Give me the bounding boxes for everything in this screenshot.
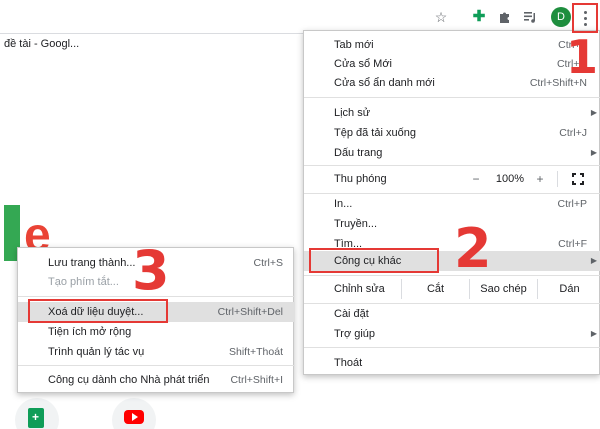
- paste-button[interactable]: Dán: [537, 279, 600, 299]
- menu-item-label: Trợ giúp: [334, 328, 376, 340]
- zoom-out-button[interactable]: −: [468, 169, 484, 189]
- shortcut-text: Ctrl+Shift+I: [230, 374, 283, 386]
- sheets-icon: [28, 408, 44, 428]
- avatar[interactable]: D: [551, 7, 571, 27]
- annotation-number-1: 1: [566, 30, 599, 84]
- menu-item-label: Cửa sổ ẩn danh mới: [334, 77, 435, 89]
- menu-item-incognito[interactable]: Cửa sổ ẩn danh mới Ctrl+Shift+N: [304, 73, 600, 93]
- menu-item-new-tab[interactable]: Tab mới Ctrl+T: [304, 35, 600, 55]
- submenu-arrow-icon: ▶: [590, 256, 597, 265]
- shortcut-youtube[interactable]: [112, 398, 156, 429]
- submenu-arrow-icon: ▶: [590, 108, 597, 117]
- annotation-number-3: 3: [132, 239, 170, 302]
- menu-item-label: Truyền...: [334, 218, 377, 230]
- annotation-box-kebab: [572, 3, 598, 33]
- chrome-main-menu: Tab mới Ctrl+T Cửa sổ Mới Ctrl+N Cửa sổ ẩn…: [303, 30, 600, 375]
- menu-item-label: Lịch sử: [334, 107, 371, 119]
- menu-item-label: Công cụ dành cho Nhà phát triển: [48, 374, 210, 386]
- submenu-arrow-icon: ▶: [590, 148, 597, 157]
- menu-item-label: Tệp đã tải xuống: [334, 127, 416, 139]
- zoom-label: Thu phóng: [334, 173, 387, 185]
- menu-item-label: Dấu trang: [334, 147, 383, 159]
- menu-item-print[interactable]: In... Ctrl+P: [304, 194, 600, 214]
- menu-item-bookmarks[interactable]: Dấu trang ▶: [304, 143, 600, 163]
- annotation-box-more-tools: [309, 248, 439, 273]
- menu-item-exit[interactable]: Thoát: [304, 353, 600, 373]
- edit-row: Chỉnh sửa Cắt Sao chép Dán: [304, 279, 600, 299]
- extension-add-icon[interactable]: ✚: [470, 8, 488, 26]
- menu-divider: [304, 347, 600, 348]
- zoom-divider: [557, 171, 558, 187]
- shortcut-text: Ctrl+S: [253, 257, 283, 269]
- menu-item-downloads[interactable]: Tệp đã tải xuống Ctrl+J: [304, 123, 600, 143]
- shortcut-text: Shift+Thoát: [229, 346, 283, 358]
- menu-item-history[interactable]: Lịch sử ▶: [304, 103, 600, 123]
- youtube-icon: [124, 410, 144, 424]
- playlist-icon[interactable]: [521, 8, 539, 26]
- menu-item-new-window[interactable]: Cửa sổ Mới Ctrl+N: [304, 54, 600, 74]
- menu-item-cast[interactable]: Truyền...: [304, 214, 600, 234]
- shortcut-text: Ctrl+Shift+Del: [217, 306, 283, 318]
- zoom-in-button[interactable]: +: [532, 169, 548, 189]
- submenu-arrow-icon: ▶: [590, 329, 597, 338]
- tab-title[interactable]: đề tài - Googl...: [4, 38, 79, 50]
- annotation-number-2: 2: [454, 217, 492, 280]
- submenu-item-dev-tools[interactable]: Công cụ dành cho Nhà phát triển Ctrl+Shif…: [18, 370, 295, 390]
- puzzle-icon[interactable]: [496, 8, 514, 26]
- submenu-item-extensions[interactable]: Tiện ích mở rộng: [18, 322, 295, 342]
- menu-item-label: In...: [334, 198, 353, 210]
- menu-item-label: Tiện ích mở rộng: [48, 326, 132, 338]
- copy-button[interactable]: Sao chép: [469, 279, 537, 299]
- menu-item-help[interactable]: Trợ giúp ▶: [304, 324, 600, 344]
- menu-item-label: Thoát: [334, 357, 363, 369]
- shortcut-text: Ctrl+P: [557, 198, 587, 210]
- star-icon[interactable]: ☆: [432, 8, 450, 26]
- menu-item-label: Cài đặt: [334, 308, 369, 320]
- menu-divider: [304, 165, 600, 166]
- submenu-item-task-manager[interactable]: Trình quản lý tác vụ Shift+Thoát: [18, 342, 295, 362]
- shortcut-sheets[interactable]: [15, 398, 59, 429]
- menu-divider: [304, 275, 600, 276]
- menu-item-label: Tạo phím tắt...: [48, 276, 119, 288]
- fullscreen-icon[interactable]: [572, 173, 584, 185]
- menu-item-settings[interactable]: Cài đặt: [304, 304, 600, 324]
- menu-divider: [304, 97, 600, 98]
- menu-item-label: Lưu trang thành...: [48, 257, 136, 269]
- edit-label: Chỉnh sửa: [334, 283, 385, 295]
- shortcut-text: Ctrl+J: [559, 127, 587, 139]
- annotation-box-clear-data: [28, 299, 168, 323]
- menu-item-label: Tab mới: [334, 39, 374, 51]
- menu-divider: [18, 365, 295, 366]
- zoom-row: Thu phóng − 100% +: [304, 169, 600, 189]
- browser-toolbar: ☆ ✚ D: [0, 0, 600, 34]
- menu-item-label: Trình quản lý tác vụ: [48, 346, 145, 358]
- cut-button[interactable]: Cắt: [401, 279, 469, 299]
- zoom-level: 100%: [495, 173, 525, 185]
- menu-item-label: Cửa sổ Mới: [334, 58, 392, 70]
